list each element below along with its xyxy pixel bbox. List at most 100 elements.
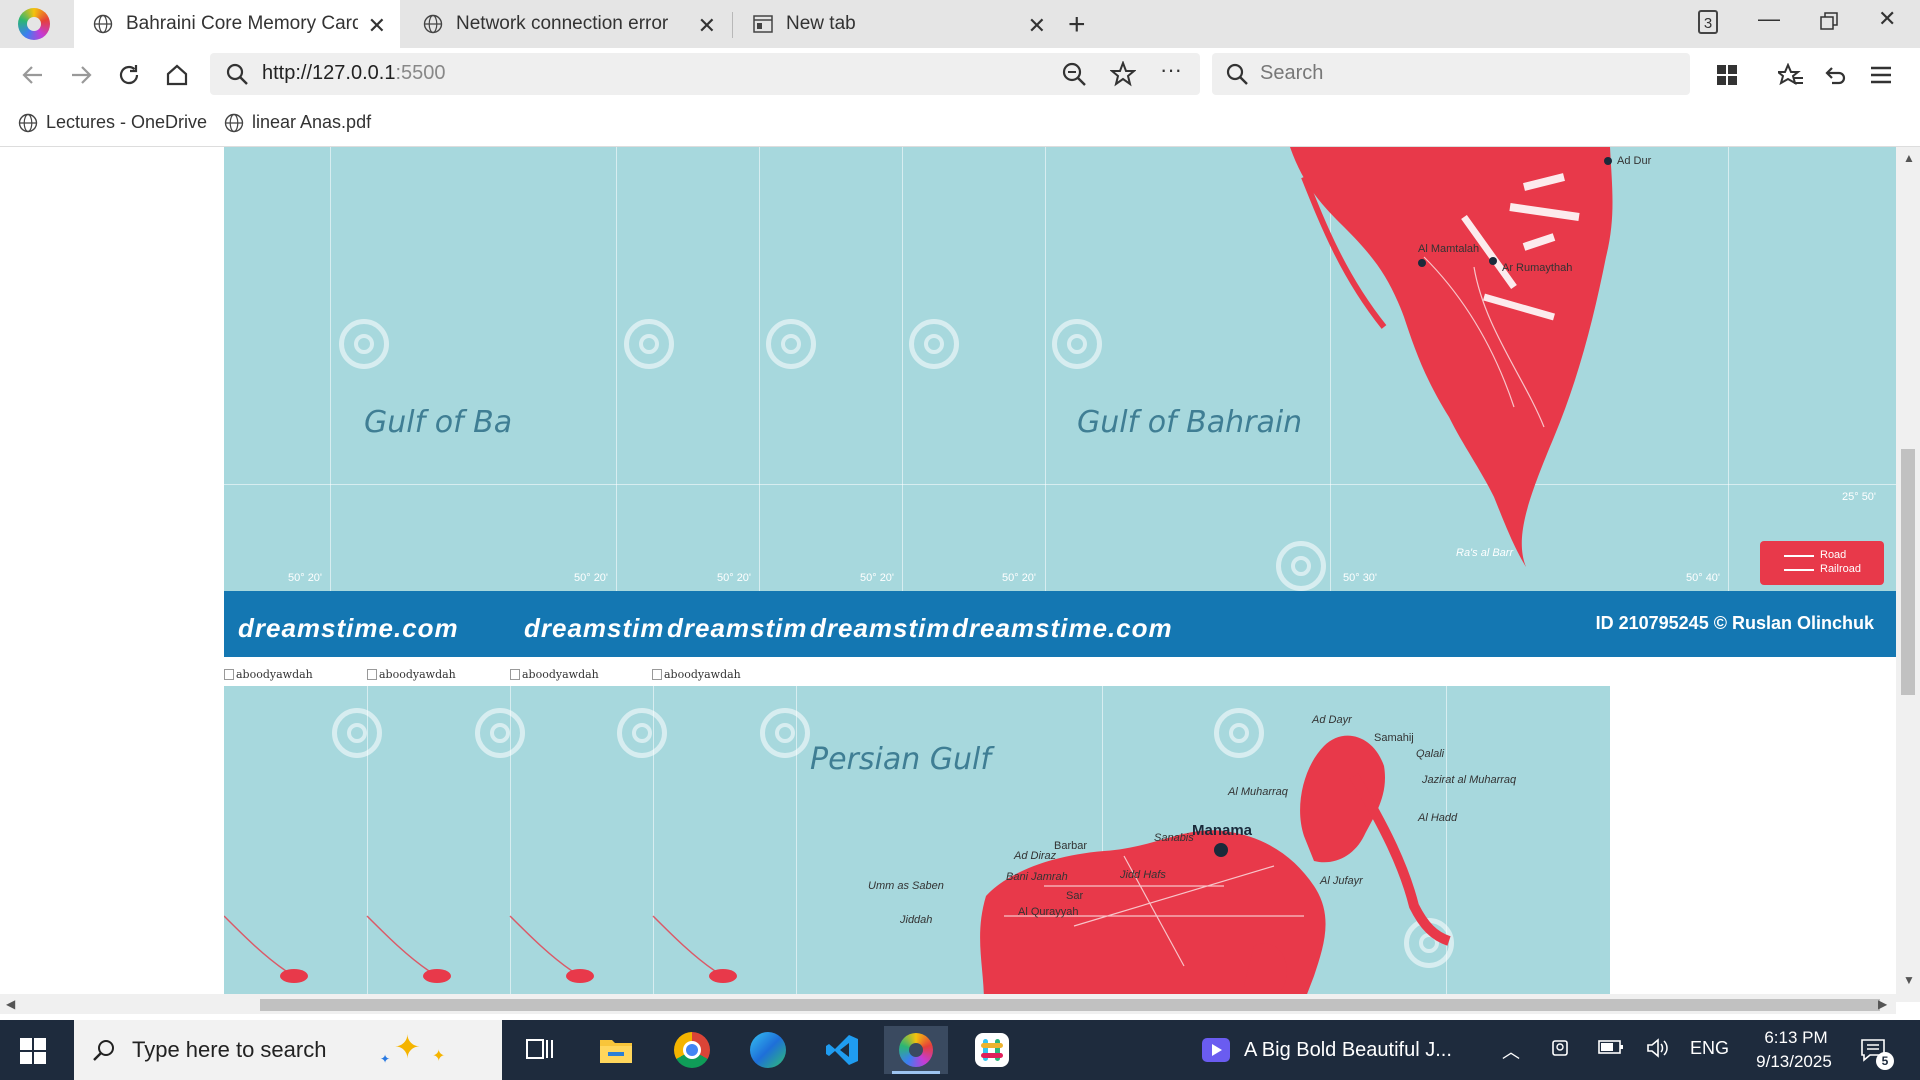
input-language[interactable]: ENG <box>1690 1038 1729 1059</box>
tab-divider <box>732 12 733 38</box>
tab-bahraini-core-memory-cards[interactable]: Bahraini Core Memory Cards ✕ <box>74 0 400 48</box>
longitude-label: 50° 20' <box>288 572 323 584</box>
tab-new-tab[interactable]: New tab ✕ <box>734 0 1060 48</box>
media-now-playing[interactable]: A Big Bold Beautiful J... <box>1202 1038 1452 1062</box>
edge-icon[interactable] <box>736 1026 800 1074</box>
windows-taskbar: Type here to search ✦ ✦ ✦ A Big Bold Bea… <box>0 1020 1920 1080</box>
show-hidden-icons-chevron-icon[interactable]: ︿ <box>1502 1038 1520 1064</box>
windows-start-icon[interactable] <box>20 1038 46 1069</box>
url-text: http://127.0.0.1:5500 <box>262 62 446 85</box>
home-icon[interactable] <box>160 58 194 92</box>
media-title: A Big Bold Beautiful J... <box>1244 1038 1452 1061</box>
battery-icon[interactable] <box>1598 1038 1624 1061</box>
search-bar[interactable]: Search <box>1212 53 1690 95</box>
url-host: http://127.0.0.1 <box>262 62 396 84</box>
taskbar-search-placeholder: Type here to search <box>132 1037 327 1062</box>
dreamstime-logo: dreamstim <box>524 613 665 643</box>
volume-icon[interactable] <box>1646 1038 1670 1063</box>
legend-road-line <box>1784 555 1814 557</box>
broken-image-alt: aboodyawdah <box>224 668 313 681</box>
search-icon <box>1226 63 1248 90</box>
vertical-scroll-thumb[interactable] <box>1901 449 1915 695</box>
minimize-icon[interactable]: — <box>1758 6 1780 32</box>
globe-icon <box>224 113 244 132</box>
file-explorer-icon[interactable] <box>584 1026 648 1074</box>
sparkle-icon: ✦ <box>394 1029 421 1065</box>
navigation-bar: http://127.0.0.1:5500 ··· Search <box>0 48 1920 102</box>
close-tab-icon[interactable]: ✕ <box>368 13 386 39</box>
reload-icon[interactable] <box>112 58 146 92</box>
address-bar[interactable]: http://127.0.0.1:5500 ··· <box>210 53 1200 95</box>
chrome-icon[interactable] <box>660 1026 724 1074</box>
new-tab-page-icon <box>752 13 774 35</box>
dreamstime-credit-bar: dreamstime.com dreamstim dreamstim dream… <box>224 591 1896 657</box>
tab-title: New tab <box>786 13 856 34</box>
notification-center-icon[interactable]: 5 <box>1860 1038 1894 1070</box>
dreamstime-logo: dreamstime.com <box>952 613 1173 643</box>
town-label: Jazirat al Muharraq <box>1422 774 1517 786</box>
close-tab-icon[interactable]: ✕ <box>698 13 716 39</box>
meet-now-icon[interactable] <box>1550 1038 1570 1063</box>
bookmarks-bar: Lectures - OneDrive linear Anas.pdf <box>0 102 1920 147</box>
restore-icon[interactable] <box>1820 10 1838 36</box>
vertical-scrollbar[interactable]: ▲ ▼ <box>1896 147 1920 1002</box>
latitude-label: 25° 50' <box>1842 491 1877 503</box>
slack-icon[interactable] <box>960 1026 1024 1074</box>
capital-marker <box>1214 843 1228 857</box>
horizontal-scrollbar[interactable]: ◀ ▶ <box>0 994 1896 1014</box>
clock-time[interactable]: 6:13 PM <box>1754 1028 1838 1048</box>
bookmark-linear-anas-pdf[interactable]: linear Anas.pdf <box>224 112 371 133</box>
broken-image-alt: aboodyawdah <box>367 668 456 681</box>
clock-date[interactable]: 9/13/2025 <box>1742 1052 1846 1072</box>
legend-railroad-line <box>1784 569 1814 571</box>
favorites-icon[interactable] <box>1774 58 1808 92</box>
bookmark-lectures-onedrive[interactable]: Lectures - OneDrive <box>18 112 207 133</box>
image-credit-id: ID 210795245 © Ruslan Olinchuk <box>1595 613 1874 633</box>
globe-icon <box>18 113 38 132</box>
scroll-down-arrow-icon[interactable]: ▼ <box>1903 973 1915 987</box>
scroll-right-arrow-icon[interactable]: ▶ <box>1878 997 1887 1011</box>
globe-icon <box>92 13 114 35</box>
zoom-icon[interactable] <box>1062 62 1086 91</box>
longitude-label: 50° 20' <box>1002 572 1037 584</box>
new-tab-button[interactable]: + <box>1068 8 1086 42</box>
scroll-left-arrow-icon[interactable]: ◀ <box>6 997 15 1011</box>
task-view-icon[interactable] <box>508 1026 572 1074</box>
close-tab-icon[interactable]: ✕ <box>1028 13 1046 39</box>
town-label: Al Qurayyah <box>1018 906 1079 918</box>
search-icon <box>226 63 248 90</box>
close-window-icon[interactable]: ✕ <box>1878 6 1896 32</box>
globe-icon <box>422 13 444 35</box>
horizontal-scroll-thumb[interactable] <box>260 999 1880 1011</box>
tab-count-badge[interactable]: 3 <box>1698 10 1718 34</box>
tab-network-connection-error[interactable]: Network connection error ✕ <box>404 0 730 48</box>
search-input[interactable]: Search <box>1260 62 1323 85</box>
town-label: Ad Dur <box>1617 155 1652 167</box>
browser-taskbar-icon[interactable] <box>884 1026 948 1074</box>
town-marker <box>1418 259 1426 267</box>
speed-dial-icon[interactable] <box>1710 58 1744 92</box>
map-legend: Road Railroad <box>1760 541 1884 585</box>
forward-icon[interactable] <box>64 58 98 92</box>
scroll-up-arrow-icon[interactable]: ▲ <box>1903 151 1915 165</box>
tab-title: Bahraini Core Memory Cards <box>126 13 358 34</box>
bookmark-star-icon[interactable] <box>1109 60 1137 92</box>
longitude-label: 50° 30' <box>1343 572 1378 584</box>
page-content: Gulf of Ba Gulf of Bahrain Ad Dur Al Mam… <box>0 147 1896 1002</box>
more-options-icon[interactable]: ··· <box>1160 57 1182 83</box>
menu-icon[interactable] <box>1864 58 1898 92</box>
taskbar-search-box[interactable]: Type here to search ✦ ✦ ✦ <box>74 1020 502 1080</box>
history-undo-icon[interactable] <box>1818 58 1852 92</box>
back-icon[interactable] <box>16 58 50 92</box>
vscode-icon[interactable] <box>810 1026 874 1074</box>
bookmark-label: linear Anas.pdf <box>252 112 372 132</box>
browser-logo-icon[interactable] <box>18 8 50 40</box>
tab-strip: Bahraini Core Memory Cards ✕ Network con… <box>0 0 1920 48</box>
alt-text-label: aboodyawdah <box>379 668 456 681</box>
town-label: Bani Jamrah <box>1006 871 1068 883</box>
sea-label-persian-gulf: Persian Gulf <box>810 742 991 777</box>
dreamstime-logo: dreamstime.com <box>238 613 459 643</box>
longitude-label: 50° 20' <box>574 572 609 584</box>
town-label: Ad Diraz <box>1014 850 1057 862</box>
capital-label: Manama <box>1192 822 1253 839</box>
